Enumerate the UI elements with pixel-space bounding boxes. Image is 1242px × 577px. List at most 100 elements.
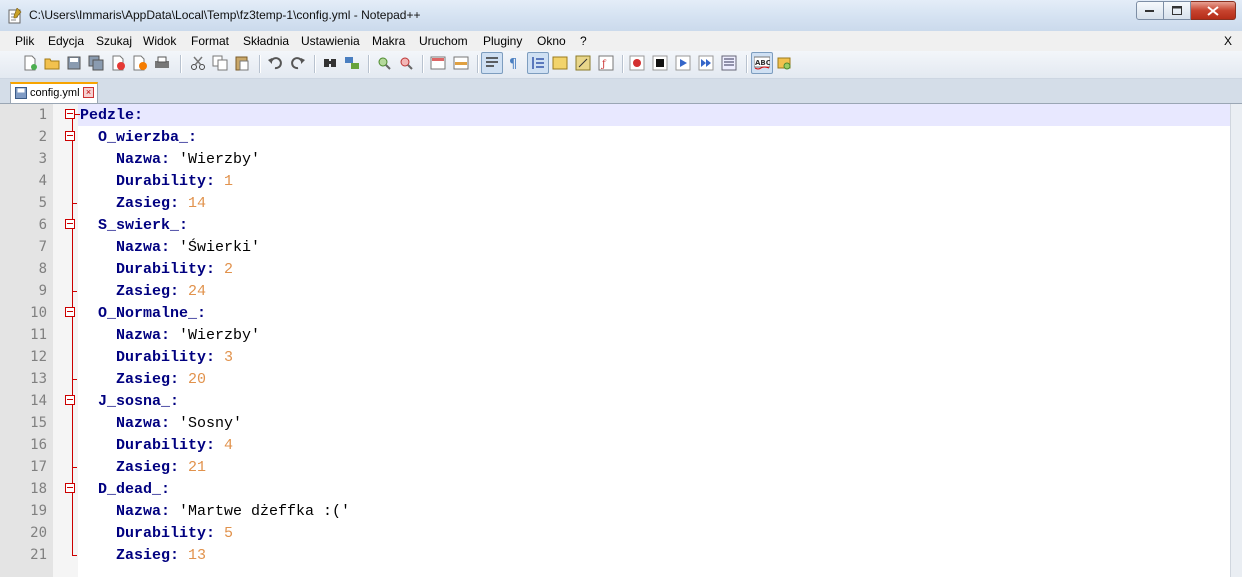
print-icon[interactable] — [154, 55, 170, 71]
menu-szukaj[interactable]: Szukaj — [96, 34, 132, 48]
code-line[interactable]: 7 Nazwa: 'Świerki' — [0, 236, 1231, 258]
show-all-chars-icon[interactable]: ¶ — [506, 55, 522, 71]
clipboard-history-icon[interactable] — [776, 55, 792, 71]
zoom-out-icon[interactable] — [398, 55, 414, 71]
restore-icon — [1171, 5, 1182, 15]
code-line[interactable]: 12 Durability: 3 — [0, 346, 1231, 368]
save-macro-icon[interactable] — [721, 55, 737, 71]
fold-line — [72, 317, 73, 324]
fold-end-tick — [72, 467, 77, 468]
window-title: C:\Users\Immaris\AppData\Local\Temp\fz3t… — [29, 8, 421, 22]
editor[interactable]: 1 Pedzle: 2 O_wierzba_: 3 Nazwa: 'Wierzby' 4… — [0, 104, 1231, 577]
indent-guide-icon — [532, 57, 544, 69]
yaml-number-value: 2 — [215, 261, 234, 278]
menu-pluginy[interactable]: Pluginy — [483, 34, 522, 48]
yaml-number-value: 24 — [179, 283, 207, 300]
yaml-string-value: 'Wierzby' — [170, 327, 261, 344]
code-line[interactable]: 13 Zasieg: 20 — [0, 368, 1231, 390]
menu-skladnia[interactable]: Składnia — [243, 34, 289, 48]
code-line[interactable]: 3 Nazwa: 'Wierzby' — [0, 148, 1231, 170]
replace-icon[interactable] — [344, 55, 360, 71]
code-line[interactable]: 11 Nazwa: 'Wierzby' — [0, 324, 1231, 346]
code-line[interactable]: 6 S_swierk_: — [0, 214, 1231, 236]
stop-macro-icon[interactable] — [652, 55, 668, 71]
fold-toggle-icon[interactable] — [65, 395, 75, 405]
fold-line — [72, 544, 73, 555]
code-line[interactable]: 15 Nazwa: 'Sosny' — [0, 412, 1231, 434]
code-line[interactable]: 21 Zasieg: 13 — [0, 544, 1231, 566]
fold-toggle-icon[interactable] — [65, 131, 75, 141]
fold-toggle-icon[interactable] — [65, 307, 75, 317]
code-line[interactable]: 1 Pedzle: — [0, 104, 1231, 126]
play-macro-icon[interactable] — [675, 55, 691, 71]
code-line[interactable]: 9 Zasieg: 24 — [0, 280, 1231, 302]
code-line[interactable]: 16 Durability: 4 — [0, 434, 1231, 456]
line-number: 9 — [38, 283, 47, 299]
fold-line — [72, 229, 73, 236]
code-line[interactable]: 8 Durability: 2 — [0, 258, 1231, 280]
code-text: Durability: 2 — [80, 261, 233, 278]
fold-toggle-icon[interactable] — [65, 109, 75, 119]
menu-ustawienia[interactable]: Ustawienia — [301, 34, 360, 48]
menu-format[interactable]: Format — [191, 34, 229, 48]
sync-horizontal-icon[interactable] — [453, 55, 469, 71]
code-line[interactable]: 19 Nazwa: 'Martwe dżeffka :(' — [0, 500, 1231, 522]
paste-icon[interactable] — [234, 55, 250, 71]
vertical-scrollbar[interactable] — [1230, 104, 1242, 577]
user-lang-icon[interactable] — [552, 55, 568, 71]
open-file-icon[interactable] — [44, 55, 60, 71]
menu-help[interactable]: ? — [580, 34, 587, 48]
copy-icon[interactable] — [212, 55, 228, 71]
redo-icon[interactable] — [290, 55, 306, 71]
run-macro-multiple-icon[interactable] — [698, 55, 714, 71]
code-line[interactable]: 10 O_Normalne_: — [0, 302, 1231, 324]
record-macro-icon[interactable] — [629, 55, 645, 71]
function-list-icon[interactable]: ƒ — [598, 55, 614, 71]
save-icon[interactable] — [66, 55, 82, 71]
maximize-button[interactable] — [1164, 1, 1191, 20]
fold-line — [72, 324, 73, 346]
line-number: 13 — [30, 371, 47, 387]
doc-map-icon[interactable] — [575, 55, 591, 71]
menu-plik[interactable]: Plik — [15, 34, 34, 48]
cut-icon[interactable] — [190, 55, 206, 71]
close-window-button[interactable] — [1191, 1, 1236, 20]
code-line[interactable]: 14 J_sosna_: — [0, 390, 1231, 412]
code-line[interactable]: 17 Zasieg: 21 — [0, 456, 1231, 478]
tab-config-yml[interactable]: config.yml × — [10, 82, 98, 103]
menu-makra[interactable]: Makra — [372, 34, 405, 48]
code-line[interactable]: 20 Durability: 5 — [0, 522, 1231, 544]
close-document-button[interactable]: X — [1224, 34, 1232, 48]
zoom-in-icon[interactable] — [376, 55, 392, 71]
fold-line — [72, 258, 73, 280]
code-text: Durability: 4 — [80, 437, 233, 454]
code-line[interactable]: 18 D_dead_: — [0, 478, 1231, 500]
find-icon[interactable] — [322, 55, 338, 71]
menu-okno[interactable]: Okno — [537, 34, 566, 48]
code-line[interactable]: 5 Zasieg: 14 — [0, 192, 1231, 214]
line-number: 5 — [38, 195, 47, 211]
new-file-icon[interactable] — [22, 55, 38, 71]
close-file-icon[interactable] — [110, 55, 126, 71]
fold-toggle-icon[interactable] — [65, 483, 75, 493]
save-all-icon[interactable] — [88, 55, 104, 71]
menu-edycja[interactable]: Edycja — [48, 34, 84, 48]
sync-vertical-icon[interactable] — [430, 55, 446, 71]
yaml-key: Pedzle: — [80, 107, 144, 124]
close-all-icon[interactable] — [132, 55, 148, 71]
saved-file-icon — [15, 87, 27, 99]
menu-uruchom[interactable]: Uruchom — [419, 34, 468, 48]
minimize-button[interactable] — [1136, 1, 1164, 20]
yaml-key: Nazwa: — [116, 239, 171, 256]
tab-close-icon[interactable]: × — [83, 87, 94, 98]
fold-line — [72, 302, 73, 307]
code-text: O_wierzba_: — [80, 129, 197, 146]
undo-icon[interactable] — [267, 55, 283, 71]
fold-toggle-icon[interactable] — [65, 219, 75, 229]
code-line[interactable]: 4 Durability: 1 — [0, 170, 1231, 192]
menu-widok[interactable]: Widok — [143, 34, 176, 48]
code-line[interactable]: 2 O_wierzba_: — [0, 126, 1231, 148]
